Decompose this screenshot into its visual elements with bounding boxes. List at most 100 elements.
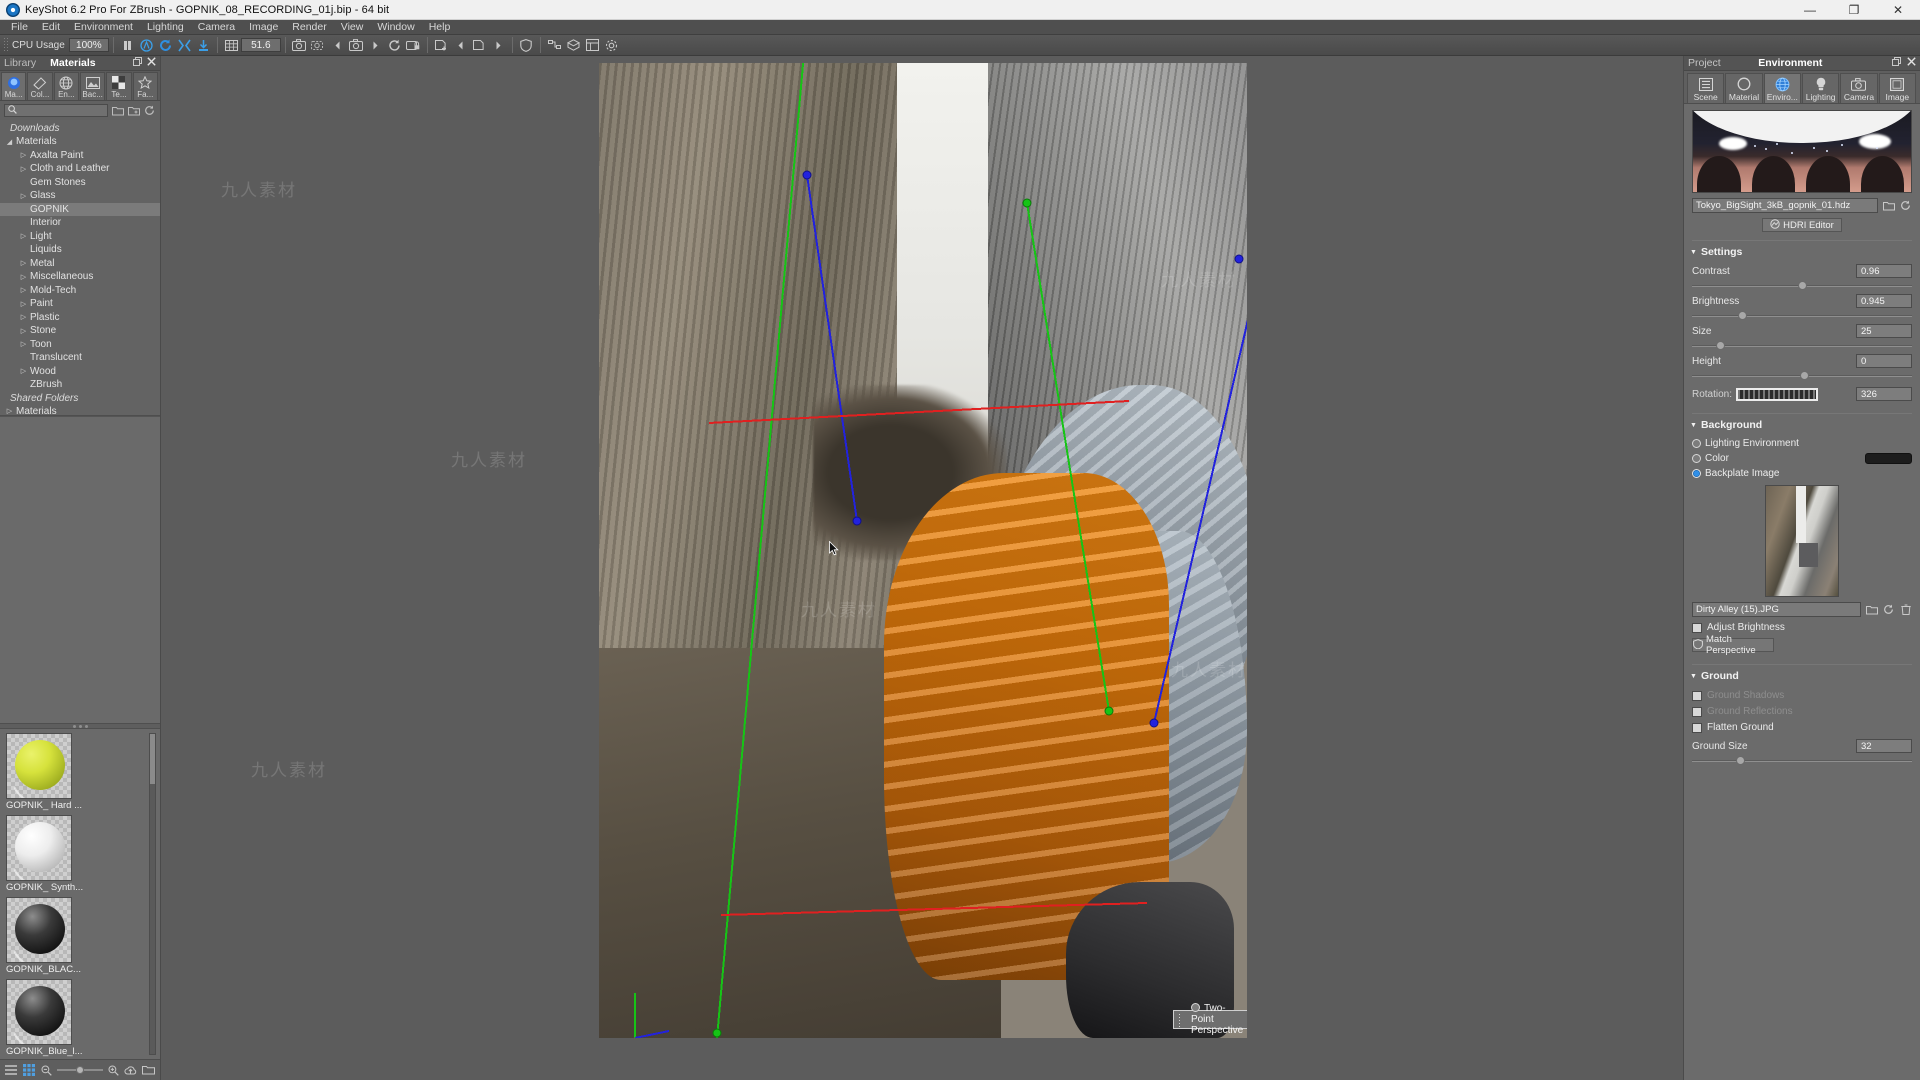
material-thumbnail-list[interactable]: GOPNIK_ Hard ... GOPNIK_ Synth... GOPNIK… bbox=[0, 729, 160, 1059]
list-item[interactable]: GOPNIK_ Hard ... bbox=[6, 733, 160, 811]
close-button[interactable]: ✕ bbox=[1876, 0, 1920, 20]
search-input[interactable] bbox=[4, 104, 108, 117]
tab-lighting[interactable]: Lighting bbox=[1801, 73, 1840, 103]
open-folder-icon[interactable] bbox=[1882, 199, 1895, 212]
screenshot-icon[interactable] bbox=[291, 37, 308, 54]
tree-item-stone[interactable]: ▷ Stone bbox=[0, 324, 160, 338]
pause-icon[interactable] bbox=[119, 37, 136, 54]
move-tool-icon[interactable] bbox=[176, 37, 193, 54]
contrast-slider[interactable] bbox=[1692, 280, 1912, 291]
settings-section-header[interactable]: ▼ Settings bbox=[1684, 241, 1920, 261]
lib-tab-favorites[interactable]: Fa... bbox=[132, 72, 158, 100]
menu-item-image[interactable]: Image bbox=[242, 20, 285, 35]
lock-camera-icon[interactable] bbox=[405, 37, 422, 54]
close-icon[interactable] bbox=[1907, 57, 1916, 69]
tab-scene[interactable]: Scene bbox=[1687, 73, 1725, 103]
geometry-view-icon[interactable] bbox=[565, 37, 582, 54]
backplate-preview-image[interactable] bbox=[1765, 485, 1839, 597]
brightness-value[interactable]: 0.945 bbox=[1856, 294, 1912, 308]
lib-tab-colors[interactable]: Col... bbox=[27, 72, 53, 100]
rotation-dial[interactable] bbox=[1736, 387, 1819, 401]
open-folder-icon[interactable] bbox=[111, 104, 124, 117]
material-thumbnail[interactable] bbox=[6, 897, 72, 963]
new-folder-icon[interactable] bbox=[127, 104, 140, 117]
match-perspective-button[interactable]: Match Perspective bbox=[1692, 634, 1774, 656]
height-value[interactable]: 0 bbox=[1856, 354, 1912, 368]
material-tree[interactable]: Downloads ◢ Materials ▷ Axalta Paint ▷ C… bbox=[0, 120, 160, 416]
grid-view-icon[interactable] bbox=[22, 1063, 37, 1078]
contrast-value[interactable]: 0.96 bbox=[1856, 264, 1912, 278]
list-item[interactable]: GOPNIK_Blue_l... bbox=[6, 979, 160, 1057]
undock-icon[interactable] bbox=[1892, 57, 1901, 69]
tree-item-translucent[interactable]: Translucent bbox=[0, 351, 160, 365]
size-value[interactable]: 25 bbox=[1856, 324, 1912, 338]
list-item[interactable]: GOPNIK_BLAC... bbox=[6, 897, 160, 975]
menu-item-lighting[interactable]: Lighting bbox=[140, 20, 191, 35]
rendered-image[interactable]: Two-Point Perspective Three-Point Perspe… bbox=[599, 63, 1247, 1038]
material-graph-icon[interactable] bbox=[546, 37, 563, 54]
reset-camera-icon[interactable] bbox=[386, 37, 403, 54]
material-thumbnail[interactable] bbox=[6, 979, 72, 1045]
toolbar-grip[interactable] bbox=[3, 37, 8, 53]
minimize-button[interactable]: — bbox=[1788, 0, 1832, 20]
menu-item-environment[interactable]: Environment bbox=[67, 20, 140, 35]
performance-mode-icon[interactable] bbox=[138, 37, 155, 54]
refresh-icon[interactable] bbox=[1882, 603, 1895, 616]
backplate-file-field[interactable]: Dirty Alley (15).JPG bbox=[1692, 602, 1861, 617]
tree-item-light[interactable]: ▷ Light bbox=[0, 230, 160, 244]
lib-tab-materials[interactable]: Ma... bbox=[1, 72, 27, 100]
tree-item-materials[interactable]: ◢ Materials bbox=[0, 135, 160, 149]
hdri-file-field[interactable]: Tokyo_BigSight_3kB_gopnik_01.hdz bbox=[1692, 198, 1878, 213]
camera-next-icon[interactable] bbox=[367, 37, 384, 54]
thumbnail-size-slider[interactable] bbox=[57, 1064, 103, 1076]
tab-library[interactable]: Library bbox=[4, 57, 36, 69]
menu-item-view[interactable]: View bbox=[334, 20, 371, 35]
hdri-editor-button[interactable]: HDRI Editor bbox=[1762, 218, 1842, 232]
background-section-header[interactable]: ▼ Background bbox=[1684, 414, 1920, 434]
tree-item-gem-stones[interactable]: Gem Stones bbox=[0, 176, 160, 190]
lib-tab-textures[interactable]: Te... bbox=[106, 72, 132, 100]
refresh-icon[interactable] bbox=[157, 37, 174, 54]
trash-icon[interactable] bbox=[1899, 603, 1912, 616]
maximize-button[interactable]: ❐ bbox=[1832, 0, 1876, 20]
lighting-environment-option[interactable]: Lighting Environment bbox=[1684, 438, 1920, 449]
two-point-perspective-radio[interactable]: Two-Point Perspective bbox=[1190, 1003, 1246, 1036]
add-model-set-icon[interactable] bbox=[433, 37, 450, 54]
tree-item-metal[interactable]: ▷ Metal bbox=[0, 257, 160, 271]
lib-tab-backplates[interactable]: Bac... bbox=[79, 72, 106, 100]
cpu-usage-value[interactable]: 100% bbox=[68, 38, 109, 52]
tab-material[interactable]: Material bbox=[1725, 73, 1763, 103]
tab-image[interactable]: Image bbox=[1878, 73, 1916, 103]
material-thumbnail[interactable] bbox=[6, 815, 72, 881]
zoom-out-icon[interactable] bbox=[40, 1063, 55, 1078]
ground-size-value[interactable]: 32 bbox=[1856, 739, 1912, 753]
flatten-ground-checkbox[interactable]: Flatten Ground bbox=[1684, 722, 1920, 733]
open-folder-icon[interactable] bbox=[141, 1063, 156, 1078]
ground-shadows-checkbox[interactable]: Ground Shadows bbox=[1684, 690, 1920, 701]
close-icon[interactable] bbox=[147, 57, 156, 69]
tab-project[interactable]: Project bbox=[1688, 57, 1721, 69]
camera-prev-icon[interactable] bbox=[329, 37, 346, 54]
backplate-image-option[interactable]: Backplate Image bbox=[1684, 468, 1920, 479]
camera-icon[interactable] bbox=[348, 37, 365, 54]
undock-icon[interactable] bbox=[133, 57, 142, 69]
background-color-swatch[interactable] bbox=[1865, 453, 1912, 464]
tree-item-liquids[interactable]: Liquids bbox=[0, 243, 160, 257]
prev-model-set-icon[interactable] bbox=[452, 37, 469, 54]
next-model-set-icon[interactable] bbox=[490, 37, 507, 54]
list-view-icon[interactable] bbox=[4, 1063, 19, 1078]
scene-tree-icon[interactable] bbox=[584, 37, 601, 54]
cloud-upload-icon[interactable] bbox=[123, 1063, 138, 1078]
tree-item-plastic[interactable]: ▷ Plastic bbox=[0, 311, 160, 325]
tab-camera[interactable]: Camera bbox=[1840, 73, 1878, 103]
tree-item-interior[interactable]: Interior bbox=[0, 216, 160, 230]
menu-item-render[interactable]: Render bbox=[285, 20, 333, 35]
tree-item-glass[interactable]: ▷ Glass bbox=[0, 189, 160, 203]
tree-item-gopnik[interactable]: GOPNIK bbox=[0, 202, 160, 216]
size-slider[interactable] bbox=[1692, 340, 1912, 351]
brightness-slider[interactable] bbox=[1692, 310, 1912, 321]
tree-item-toon[interactable]: ▷ Toon bbox=[0, 338, 160, 352]
list-item[interactable]: GOPNIK_ Synth... bbox=[6, 815, 160, 893]
menu-item-camera[interactable]: Camera bbox=[191, 20, 242, 35]
adjust-brightness-checkbox[interactable]: Adjust Brightness bbox=[1684, 622, 1920, 633]
